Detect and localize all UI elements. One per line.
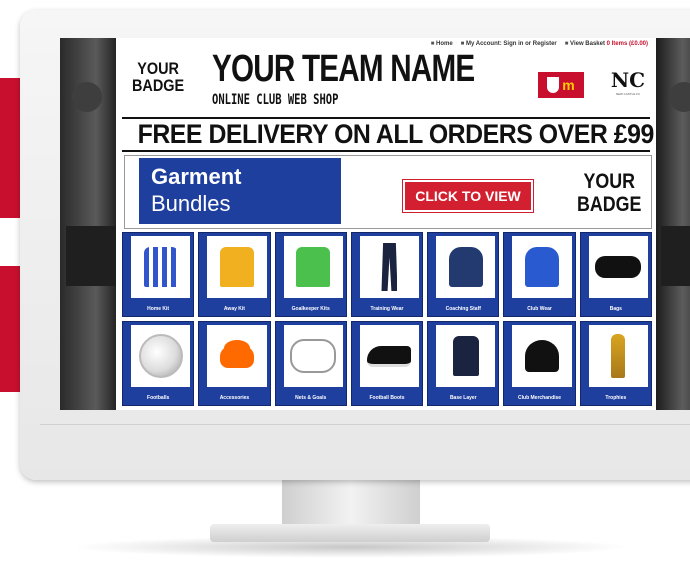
category-tile-accessories[interactable]: Accessories — [198, 321, 271, 406]
jacket-icon — [448, 247, 483, 287]
player-right-image — [655, 38, 690, 410]
category-tile-home-kit[interactable]: Home Kit — [122, 232, 195, 317]
category-label: Training Wear — [370, 306, 404, 312]
category-label: Trophies — [605, 395, 627, 401]
badge-line-2: BADGE — [577, 193, 642, 216]
base-layer-icon — [452, 336, 479, 376]
basket-total: 0 Items (£0.00) — [606, 41, 648, 47]
category-label: Club Merchandise — [518, 395, 562, 401]
green-shirt-icon — [296, 247, 331, 287]
category-label: Away Kit — [223, 306, 245, 312]
category-tile-training-wear[interactable]: Training Wear — [350, 232, 424, 317]
category-label: Coaching Staff — [445, 306, 481, 312]
category-tile-coaching-staff[interactable]: Coaching Staff — [427, 232, 500, 317]
category-label: Nets & Goals — [295, 395, 327, 401]
bundles-badge-placeholder: YOUR BADGE — [577, 170, 641, 216]
club-monogram: NC — [610, 68, 646, 92]
top-links-bar: Home My Account: Sign in or Register Vie… — [431, 41, 648, 47]
category-label: Bags — [609, 306, 622, 312]
monitor-chin-line — [40, 424, 690, 425]
monitor-stand-base — [210, 524, 490, 542]
web-shop-page: Home My Account: Sign in or Register Vie… — [116, 38, 656, 410]
bundles-title: Garment — [151, 164, 242, 189]
player-left-image — [60, 38, 120, 410]
club-logo-text: NEW CASTLE FC — [615, 92, 641, 96]
badge-line-1: YOUR — [137, 59, 179, 78]
ball-icon — [138, 334, 183, 378]
monitor: Home My Account: Sign in or Register Vie… — [20, 10, 690, 480]
category-tile-club-merchandise[interactable]: Club Merchandise — [503, 321, 576, 406]
category-label: Accessories — [219, 395, 250, 401]
category-label: Club Wear — [527, 306, 552, 312]
click-to-view-button[interactable]: CLICK TO VIEW — [403, 180, 533, 212]
team-name-title: YOUR TEAM NAME — [212, 48, 475, 90]
category-tile-away-kit[interactable]: Away Kit — [198, 232, 271, 317]
sponsor-logo: m — [538, 72, 584, 98]
category-tile-base-layer[interactable]: Base Layer — [427, 321, 500, 406]
trophy-icon — [611, 334, 626, 378]
category-label: Base Layer — [449, 395, 477, 401]
category-tile-football-boots[interactable]: Football Boots — [350, 321, 424, 406]
category-label: Football Boots — [369, 395, 405, 401]
divider — [122, 150, 650, 152]
category-grid: Home Kit Away Kit Goalkeeper Kits Traini… — [122, 232, 652, 406]
basket-link[interactable]: View Basket 0 Items (£0.00) — [565, 41, 648, 47]
bundles-title-block: Garment Bundles — [139, 158, 341, 224]
category-tile-club-wear[interactable]: Club Wear — [503, 232, 576, 317]
club-logo[interactable]: NC NEW CASTLE FC — [606, 60, 650, 104]
england-crest-icon — [547, 77, 560, 93]
yellow-shirt-icon — [219, 247, 254, 287]
bag-icon — [595, 256, 642, 278]
badge-line-2: BADGE — [132, 76, 185, 95]
monitor-screen: Home My Account: Sign in or Register Vie… — [60, 38, 690, 410]
blue-jacket-icon — [525, 247, 560, 287]
category-tile-goalkeeper-kits[interactable]: Goalkeeper Kits — [274, 232, 347, 317]
mcdonalds-arch-icon: m — [562, 77, 575, 93]
category-tile-nets-goals[interactable]: Nets & Goals — [274, 321, 347, 406]
beanie-icon — [525, 340, 560, 372]
shop-subtitle: ONLINE CLUB WEB SHOP — [212, 92, 339, 108]
red-side-panel-bottom — [0, 266, 20, 392]
account-link[interactable]: My Account: Sign in or Register — [461, 41, 557, 47]
bundles-subtitle: Bundles — [151, 191, 231, 216]
home-link[interactable]: Home — [431, 41, 453, 47]
basket-label: View Basket — [565, 41, 605, 47]
boot-icon — [367, 345, 412, 367]
category-tile-footballs[interactable]: Footballs — [122, 321, 195, 406]
free-delivery-banner: FREE DELIVERY ON ALL ORDERS OVER £99 — [137, 119, 655, 149]
badge-line-1: YOUR — [583, 170, 636, 193]
club-badge-placeholder[interactable]: YOUR BADGE — [132, 60, 184, 94]
garment-bundles-banner[interactable]: Garment Bundles CLICK TO VIEW YOUR BADGE — [124, 155, 652, 229]
net-icon — [290, 339, 337, 373]
cones-icon — [219, 344, 254, 368]
striped-shirt-icon — [143, 247, 178, 287]
red-side-panel-top — [0, 78, 20, 218]
category-tile-bags[interactable]: Bags — [579, 232, 652, 317]
category-label: Home Kit — [147, 306, 170, 312]
category-label: Footballs — [147, 395, 170, 401]
category-tile-trophies[interactable]: Trophies — [579, 321, 652, 406]
category-label: Goalkeeper Kits — [291, 306, 330, 312]
pants-icon — [381, 243, 398, 291]
